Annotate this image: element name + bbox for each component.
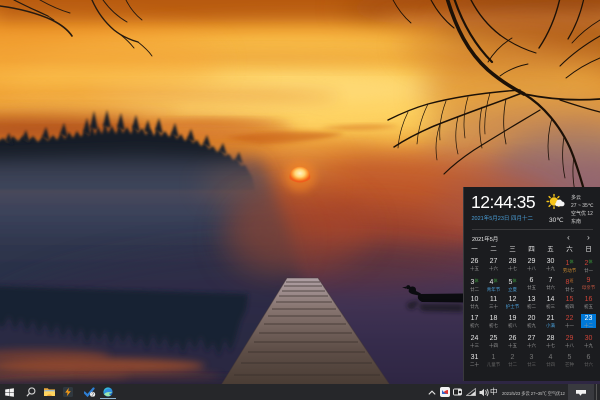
svg-text:2: 2 (91, 392, 94, 398)
